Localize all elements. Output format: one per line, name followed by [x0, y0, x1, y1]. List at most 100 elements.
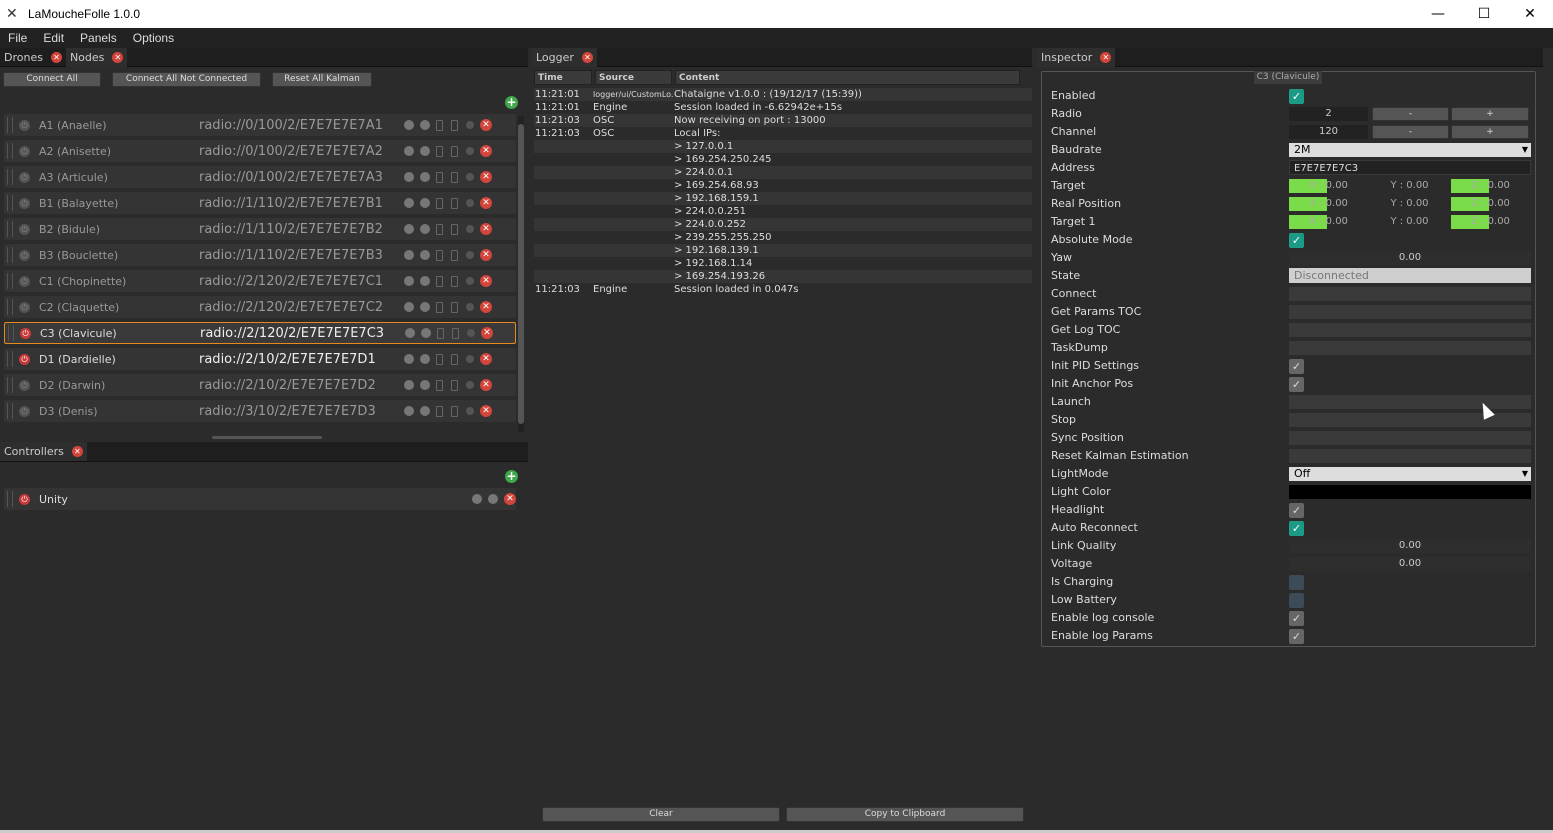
- connect-not-connected-button[interactable]: Connect All Not Connected: [112, 72, 261, 87]
- light-color-swatch[interactable]: [1289, 485, 1531, 499]
- close-icon[interactable]: ✕: [50, 51, 62, 63]
- menu-options[interactable]: Options: [125, 31, 182, 45]
- node-row[interactable]: ⏻ D1 (Dardielle) radio://2/10/2/E7E7E7E7D1…: [4, 348, 516, 370]
- node-row[interactable]: ⏻ A1 (Anaelle) radio://0/100/2/E7E7E7E7A1 ✕: [4, 114, 516, 136]
- power-icon[interactable]: ⏻: [19, 145, 30, 157]
- settings-icon[interactable]: [404, 406, 414, 416]
- delete-icon[interactable]: ✕: [480, 405, 492, 417]
- radio-value-field[interactable]: 2: [1289, 107, 1368, 121]
- reset-kalman-button[interactable]: Reset All Kalman: [272, 72, 372, 87]
- target-z[interactable]: Z : 0.00: [1451, 179, 1530, 193]
- delete-icon[interactable]: ✕: [480, 119, 492, 131]
- delete-icon[interactable]: ✕: [480, 379, 492, 391]
- power-icon[interactable]: ⏻: [19, 379, 30, 391]
- delete-icon[interactable]: ✕: [480, 197, 492, 209]
- settings-icon[interactable]: [405, 328, 415, 338]
- settings-icon[interactable]: [404, 250, 414, 260]
- add-controller-button[interactable]: +: [505, 470, 518, 483]
- delete-icon[interactable]: ✕: [504, 493, 516, 505]
- power-icon[interactable]: ⏻: [20, 327, 31, 339]
- node-row[interactable]: ⏻ A3 (Articule) radio://0/100/2/E7E7E7E7A3…: [4, 166, 516, 188]
- node-row[interactable]: ⏻ B2 (Bidule) radio://1/110/2/E7E7E7E7B2 ✕: [4, 218, 516, 240]
- drag-grip-icon[interactable]: [7, 299, 13, 315]
- delete-icon[interactable]: ✕: [480, 301, 492, 313]
- close-icon[interactable]: ✕: [112, 51, 124, 63]
- absolute-mode-checkbox[interactable]: ✓: [1289, 233, 1304, 248]
- node-list-scrollbar[interactable]: [518, 116, 524, 432]
- settings-icon[interactable]: [404, 354, 414, 364]
- drag-grip-icon[interactable]: [7, 273, 13, 289]
- tab-nodes[interactable]: Nodes ✕: [65, 47, 128, 67]
- enabled-checkbox[interactable]: ✓: [1289, 89, 1304, 104]
- link-icon[interactable]: [420, 120, 430, 130]
- stop-trigger[interactable]: [1289, 413, 1531, 427]
- init-pid-checkbox[interactable]: ✓: [1289, 359, 1304, 374]
- drag-grip-icon[interactable]: [7, 351, 13, 367]
- close-icon[interactable]: ✕: [1100, 51, 1112, 63]
- tab-controllers[interactable]: Controllers ✕: [0, 442, 87, 461]
- link-icon[interactable]: [421, 328, 431, 338]
- enable-log-params-checkbox[interactable]: ✓: [1289, 629, 1304, 644]
- link-icon[interactable]: [420, 406, 430, 416]
- delete-icon[interactable]: ✕: [480, 249, 492, 261]
- target-x[interactable]: X : 0.00: [1289, 179, 1368, 193]
- node-row[interactable]: ⏻ C2 (Claquette) radio://2/120/2/E7E7E7E7C…: [4, 296, 516, 318]
- target1-z[interactable]: Z : 0.00: [1451, 215, 1530, 229]
- link-icon[interactable]: [420, 250, 430, 260]
- connect-all-button[interactable]: Connect All: [3, 72, 101, 87]
- low-battery-checkbox[interactable]: [1289, 593, 1304, 608]
- node-list-hscroll[interactable]: [212, 436, 322, 439]
- log-header-source[interactable]: Source: [595, 70, 672, 85]
- headlight-checkbox[interactable]: ✓: [1289, 503, 1304, 518]
- power-icon[interactable]: ⏻: [19, 301, 30, 313]
- is-charging-checkbox[interactable]: [1289, 575, 1304, 590]
- tab-inspector[interactable]: Inspector ✕: [1037, 47, 1116, 67]
- link-icon[interactable]: [420, 146, 430, 156]
- node-row[interactable]: ⏻ C1 (Chopinette) radio://2/120/2/E7E7E7E7…: [4, 270, 516, 292]
- channel-value-field[interactable]: 120: [1289, 125, 1368, 139]
- delete-icon[interactable]: ✕: [480, 145, 492, 157]
- radio-decrement-button[interactable]: -: [1372, 107, 1449, 121]
- link-icon[interactable]: [420, 380, 430, 390]
- power-icon[interactable]: ⏻: [19, 249, 30, 261]
- drag-grip-icon[interactable]: [7, 169, 13, 185]
- tab-logger[interactable]: Logger ✕: [532, 47, 597, 67]
- link-icon[interactable]: [420, 172, 430, 182]
- node-row[interactable]: ⏻ B3 (Bouclette) radio://1/110/2/E7E7E7E7B…: [4, 244, 516, 266]
- node-row[interactable]: ⏻ D2 (Darwin) radio://2/10/2/E7E7E7E7D2 ✕: [4, 374, 516, 396]
- delete-icon[interactable]: ✕: [480, 171, 492, 183]
- radio-increment-button[interactable]: +: [1451, 107, 1529, 121]
- delete-icon[interactable]: ✕: [481, 327, 493, 339]
- power-icon[interactable]: ⏻: [19, 275, 30, 287]
- power-icon[interactable]: ⏻: [19, 197, 30, 209]
- get-log-toc-trigger[interactable]: [1289, 323, 1531, 337]
- reset-kalman-trigger[interactable]: [1289, 449, 1531, 463]
- drag-grip-icon[interactable]: [7, 195, 13, 211]
- drag-grip-icon[interactable]: [7, 491, 13, 507]
- node-list-scroll-thumb[interactable]: [518, 124, 524, 424]
- menu-file[interactable]: File: [0, 31, 35, 45]
- close-icon[interactable]: ✕: [581, 51, 593, 63]
- target-y[interactable]: Y : 0.00: [1370, 179, 1449, 193]
- settings-icon[interactable]: [404, 146, 414, 156]
- settings-icon[interactable]: [404, 172, 414, 182]
- delete-icon[interactable]: ✕: [480, 275, 492, 287]
- drag-grip-icon[interactable]: [8, 325, 14, 341]
- get-params-toc-trigger[interactable]: [1289, 305, 1531, 319]
- power-icon[interactable]: ⏻: [19, 493, 30, 505]
- settings-icon[interactable]: [404, 380, 414, 390]
- auto-reconnect-checkbox[interactable]: ✓: [1289, 521, 1304, 536]
- tab-drones[interactable]: Drones ✕: [0, 48, 66, 67]
- init-anchor-checkbox[interactable]: ✓: [1289, 377, 1304, 392]
- real-position-x[interactable]: X : 0.00: [1289, 197, 1368, 211]
- delete-icon[interactable]: ✕: [480, 223, 492, 235]
- link-icon[interactable]: [420, 354, 430, 364]
- link-icon[interactable]: [420, 302, 430, 312]
- close-window-button[interactable]: ✕: [1507, 0, 1553, 28]
- settings-icon[interactable]: [404, 224, 414, 234]
- target1-x[interactable]: X : 0.00: [1289, 215, 1368, 229]
- clear-log-button[interactable]: Clear: [542, 807, 780, 822]
- node-row[interactable]: ⏻ B1 (Balayette) radio://1/110/2/E7E7E7E7B…: [4, 192, 516, 214]
- settings-icon[interactable]: [404, 120, 414, 130]
- settings-icon[interactable]: [404, 198, 414, 208]
